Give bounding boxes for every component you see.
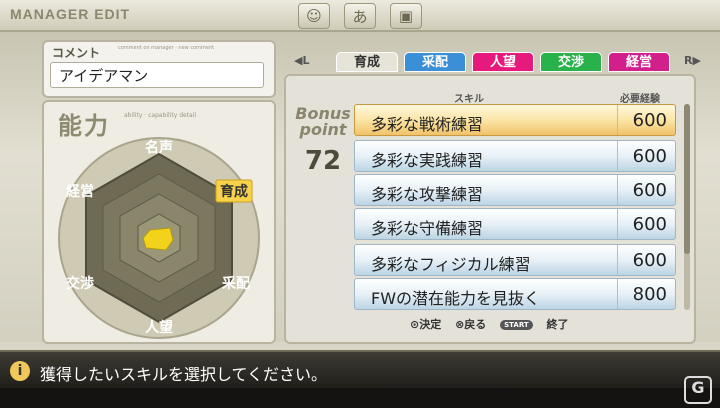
skill-cost: 600 xyxy=(632,250,667,271)
radar-label-negotiation: 交渉 xyxy=(66,275,94,292)
message-bar: i 獲得したいスキルを選択してください。 xyxy=(0,350,720,390)
tab-management[interactable]: 経営 xyxy=(608,52,670,72)
tab-negotiation[interactable]: 交渉 xyxy=(540,52,602,72)
control-hints: ⊙決定 ⊗戻る START 終了 xyxy=(410,316,579,334)
confirm-hint: ⊙決定 xyxy=(410,318,442,331)
tab-popularity[interactable]: 人望 xyxy=(472,52,534,72)
radar-label-management: 経営 xyxy=(66,183,94,200)
radar-label-tactics: 采配 xyxy=(221,275,250,292)
end-hint: 終了 xyxy=(546,318,569,331)
skill-divider xyxy=(617,175,618,205)
start-button-icon: START xyxy=(500,320,533,330)
message-text: 獲得したいスキルを選択してください。 xyxy=(40,365,328,384)
skill-cost: 600 xyxy=(632,110,667,131)
skill-cost: 600 xyxy=(632,180,667,201)
skill-name: 多彩な実践練習 xyxy=(371,151,484,170)
radar-label-fame: 名声 xyxy=(145,139,173,156)
skill-divider xyxy=(617,105,618,135)
tab-right-key[interactable]: R▶ xyxy=(684,54,701,67)
screen-title: MANAGER EDIT xyxy=(10,6,131,22)
skill-name: 多彩なフィジカル練習 xyxy=(371,255,531,274)
skill-divider xyxy=(617,279,618,309)
skill-divider xyxy=(617,209,618,239)
comment-sublabel: comment on manager · new comment xyxy=(118,45,215,51)
bonus-value: 72 xyxy=(304,146,342,176)
ability-radar-chart: 名声 育成 采配 人望 交渉 経営 xyxy=(58,137,260,339)
briefcase-icon[interactable]: ▣ xyxy=(390,3,422,29)
face-icon[interactable]: ☺ xyxy=(298,3,330,29)
skill-row[interactable]: 多彩なフィジカル練習 600 xyxy=(354,244,676,276)
radar-label-training: 育成 xyxy=(220,183,248,200)
skill-cost: 800 xyxy=(632,284,667,305)
footer-strip xyxy=(0,388,720,408)
tab-training[interactable]: 育成 xyxy=(336,52,398,72)
skill-name: 多彩な守備練習 xyxy=(371,219,484,238)
comment-box: コメント comment on manager · new comment アイ… xyxy=(42,40,276,98)
back-hint: ⊗戻る xyxy=(455,318,487,331)
skill-scrollbar[interactable] xyxy=(684,104,690,310)
skill-name: 多彩な戦術練習 xyxy=(371,115,484,134)
tab-left-key[interactable]: ◀L xyxy=(294,54,309,67)
tab-tactics[interactable]: 采配 xyxy=(404,52,466,72)
hiragana-a-icon[interactable]: あ xyxy=(344,3,376,29)
skill-divider xyxy=(617,245,618,275)
skill-row[interactable]: 多彩な守備練習 600 xyxy=(354,208,676,240)
skill-row[interactable]: 多彩な戦術練習 600 xyxy=(354,104,676,136)
left-panel: コメント comment on manager · new comment アイ… xyxy=(42,40,276,344)
comment-field[interactable]: アイデアマン xyxy=(50,62,264,88)
skill-row[interactable]: 多彩な攻撃練習 600 xyxy=(354,174,676,206)
skill-name: 多彩な攻撃練習 xyxy=(371,185,484,204)
ability-box: 能力 ability · capability detail 名声 育成 采配 … xyxy=(42,100,276,344)
skill-row[interactable]: FWの潜在能力を見抜く 800 xyxy=(354,278,676,310)
ability-sublabel: ability · capability detail xyxy=(124,112,197,119)
bonus-label-2: point xyxy=(299,120,347,139)
site-logo-icon: G xyxy=(684,376,712,404)
col-skill-header: スキル xyxy=(454,94,484,105)
skill-row[interactable]: 多彩な実践練習 600 xyxy=(354,140,676,172)
radar-label-popularity: 人望 xyxy=(145,319,173,336)
scroll-thumb[interactable] xyxy=(684,104,690,254)
bonus-point: Bonus point 72 xyxy=(290,106,356,177)
skill-name: FWの潜在能力を見抜く xyxy=(371,289,541,308)
top-bar: MANAGER EDIT ☺ あ ▣ xyxy=(0,0,720,32)
info-icon: i xyxy=(10,361,30,381)
skill-cost: 600 xyxy=(632,146,667,167)
col-cost-header: 必要経験 xyxy=(620,94,660,105)
comment-label: コメント xyxy=(52,46,101,60)
skill-divider xyxy=(617,141,618,171)
skill-cost: 600 xyxy=(632,214,667,235)
